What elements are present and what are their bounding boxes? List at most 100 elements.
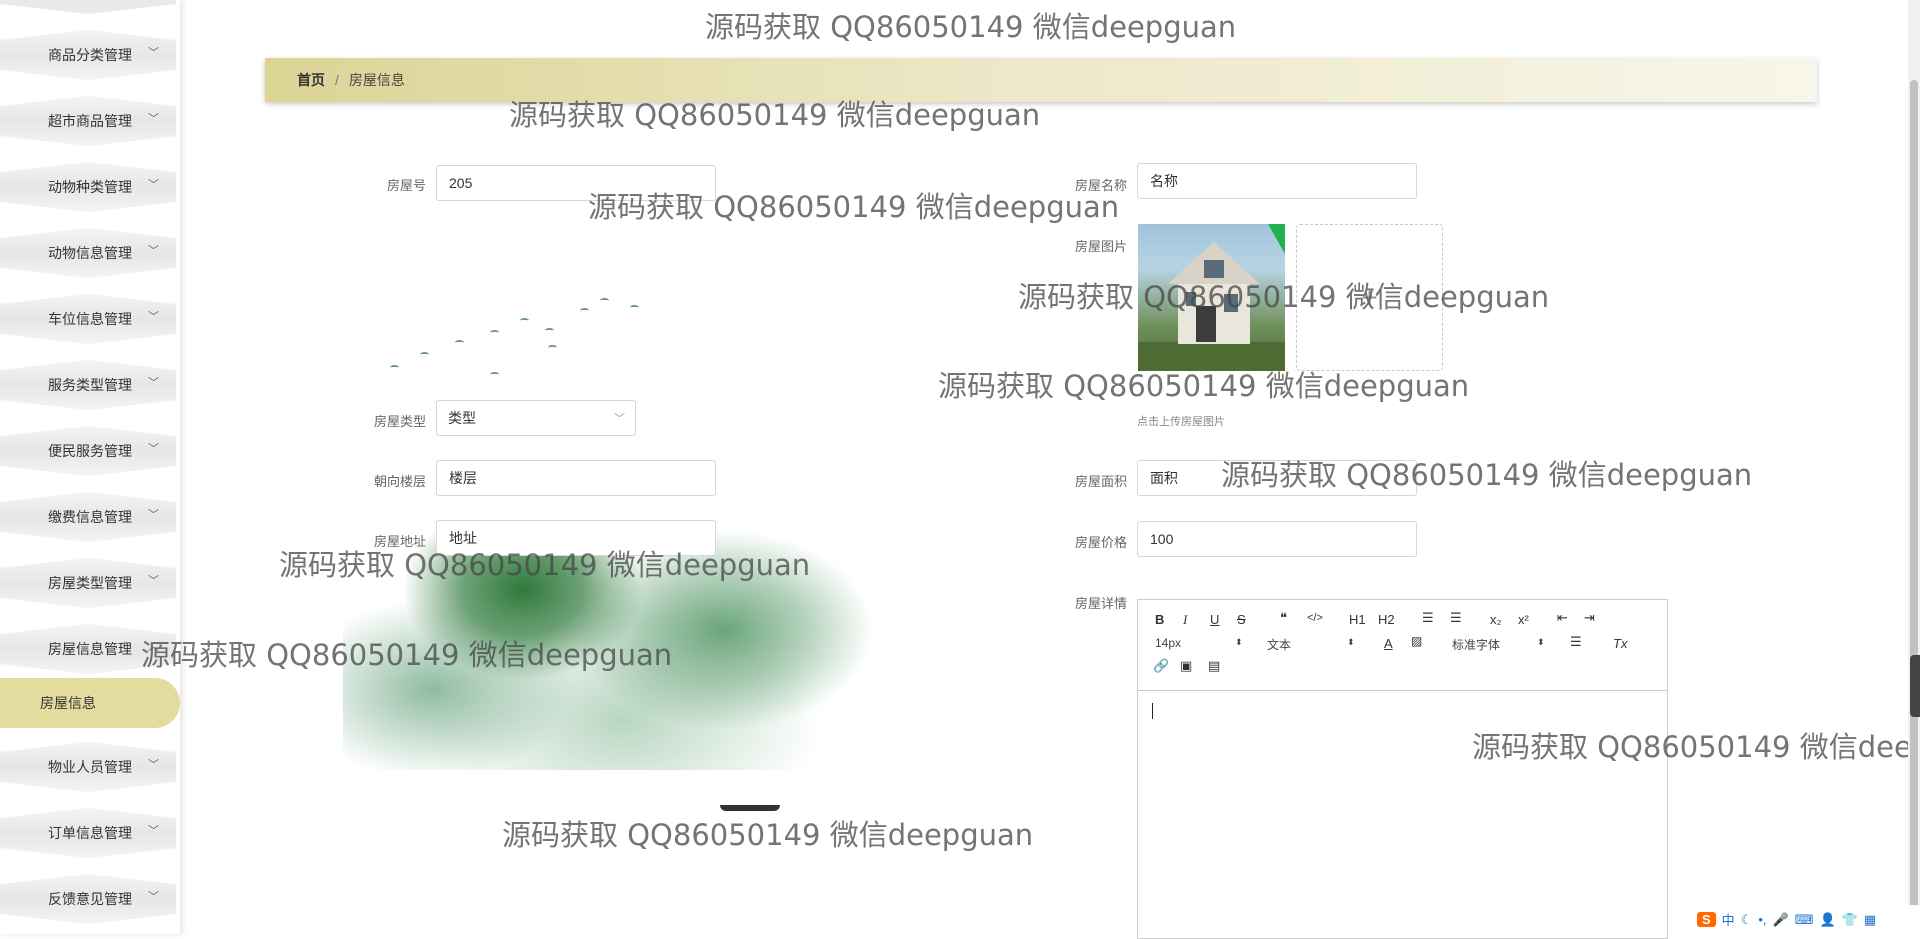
breadcrumb-current: 房屋信息 <box>348 72 405 88</box>
h1-button[interactable]: H1 <box>1349 612 1366 627</box>
sidebar-item-feedback[interactable]: 反馈意见管理 ﹀ <box>0 874 176 924</box>
font-size-value: 14px <box>1155 636 1182 650</box>
bird-decoration <box>630 305 639 310</box>
breadcrumb-home[interactable]: 首页 <box>297 70 325 90</box>
text-caret <box>1152 703 1153 719</box>
underline-button[interactable]: U <box>1210 612 1219 627</box>
chevron-down-icon: ﹀ <box>148 113 159 125</box>
font-family-select[interactable]: 标准字体 ⬍ <box>1452 636 1545 653</box>
sidebar-item-product-category[interactable]: 商品分类管理 ﹀ <box>0 30 176 80</box>
outdent-icon[interactable]: ⇤ <box>1557 610 1568 626</box>
side-tab-handle[interactable] <box>1910 655 1920 717</box>
sidebar-item-house-info[interactable]: 房屋信息管理 ︿ <box>0 624 176 674</box>
shirt-icon[interactable]: 👕 <box>1842 912 1858 928</box>
sidebar-subitem-house-info[interactable]: 房屋信息 <box>0 678 180 728</box>
bird-decoration <box>420 352 429 357</box>
sidebar-item-supermarket-goods[interactable]: 超市商品管理 ﹀ <box>0 96 176 146</box>
user-icon[interactable]: 👤 <box>1819 912 1835 928</box>
header-type-value: 文本 <box>1267 638 1292 652</box>
microphone-icon[interactable]: 🎤 <box>1773 912 1789 928</box>
ordered-list-icon[interactable]: ☰ <box>1422 610 1434 626</box>
h2-button[interactable]: H2 <box>1378 612 1395 627</box>
chevron-down-icon: ﹀ <box>148 509 159 521</box>
sidebar-item-label: 缴费信息管理 <box>48 509 132 525</box>
bird-decoration <box>390 365 399 370</box>
image-upload-button[interactable]: + <box>1296 224 1443 371</box>
image-icon[interactable]: ▣ <box>1180 658 1192 674</box>
sidebar-item-label: 订单信息管理 <box>48 825 132 841</box>
sidebar-item-label: 动物种类管理 <box>48 179 132 195</box>
sidebar-item-service-type[interactable]: 服务类型管理 ﹀ <box>0 360 176 410</box>
sidebar-item-house-type[interactable]: 房屋类型管理 ﹀ <box>0 558 176 608</box>
rich-text-editor: B I U S ❝ </> H1 H2 ☰ ☰ x₂ x² ⇤ ⇥ 14px ⬍… <box>1137 599 1668 939</box>
sidebar-item-orders[interactable]: 订单信息管理 ﹀ <box>0 808 176 858</box>
punctuation-icon[interactable]: •, <box>1758 912 1766 927</box>
house-image-label: 房屋图片 <box>1074 239 1127 254</box>
sidebar-top-item <box>0 0 176 14</box>
subscript-button[interactable]: x₂ <box>1490 612 1502 627</box>
link-icon[interactable]: 🔗 <box>1153 658 1169 674</box>
chevron-up-icon: ︿ <box>148 641 159 653</box>
blockquote-button[interactable]: ❝ <box>1280 610 1287 626</box>
upload-tip: 点击上传房屋图片 <box>1137 416 1225 428</box>
clear-format-button[interactable]: Tx <box>1613 636 1627 651</box>
sidebar-subitem-label: 房屋信息 <box>40 695 96 711</box>
chevron-down-icon: ﹀ <box>148 47 159 59</box>
grid-icon[interactable]: ▦ <box>1864 912 1876 928</box>
house-address-input[interactable] <box>436 520 716 556</box>
house-image-thumbnail[interactable] <box>1138 224 1285 371</box>
moon-icon[interactable]: ☾ <box>1741 912 1753 928</box>
code-button[interactable]: </> <box>1307 612 1323 624</box>
sidebar-item-label: 房屋类型管理 <box>48 575 132 591</box>
sidebar-item-convenience-service[interactable]: 便民服务管理 ﹀ <box>0 426 176 476</box>
sidebar-item-animal-type[interactable]: 动物种类管理 ﹀ <box>0 162 176 212</box>
house-type-select[interactable]: 类型 ﹀ <box>436 400 636 436</box>
background-color-icon[interactable]: ▨ <box>1411 634 1422 648</box>
scrollbar-thumb[interactable] <box>1910 80 1918 930</box>
scrollbar-track[interactable] <box>1908 0 1920 934</box>
strike-button[interactable]: S <box>1237 612 1246 627</box>
bird-decoration <box>520 318 529 323</box>
updown-arrow-icon: ⬍ <box>1537 637 1545 647</box>
orientation-floor-input[interactable] <box>436 460 716 496</box>
boat-decoration <box>720 805 780 811</box>
sidebar-item-label: 反馈意见管理 <box>48 891 132 907</box>
house-price-label: 房屋价格 <box>1074 535 1127 550</box>
ime-logo-icon: S <box>1697 912 1716 927</box>
font-color-button[interactable]: A <box>1384 636 1393 651</box>
sidebar-item-label: 房屋信息管理 <box>48 641 132 657</box>
sidebar-item-animal-info[interactable]: 动物信息管理 ﹀ <box>0 228 176 278</box>
align-icon[interactable]: ☰ <box>1570 634 1582 650</box>
house-name-input[interactable] <box>1137 163 1417 199</box>
italic-button[interactable]: I <box>1183 612 1187 628</box>
video-icon[interactable]: ▤ <box>1208 658 1220 674</box>
house-price-input[interactable] <box>1137 521 1417 557</box>
editor-content-area[interactable] <box>1138 691 1667 938</box>
sidebar-item-property-staff[interactable]: 物业人员管理 ﹀ <box>0 742 176 792</box>
sidebar-item-label: 物业人员管理 <box>48 759 132 775</box>
header-type-select[interactable]: 文本 ⬍ <box>1267 636 1355 653</box>
house-no-input[interactable] <box>436 165 716 201</box>
bold-button[interactable]: B <box>1155 612 1164 627</box>
house-area-input[interactable] <box>1137 460 1417 496</box>
bullet-list-icon[interactable]: ☰ <box>1450 610 1462 626</box>
editor-toolbar: B I U S ❝ </> H1 H2 ☰ ☰ x₂ x² ⇤ ⇥ 14px ⬍… <box>1138 600 1667 691</box>
ime-toolbar[interactable]: S 中 ☾ •, 🎤 ⌨ 👤 👕 ▦ <box>1693 905 1920 934</box>
indent-icon[interactable]: ⇥ <box>1584 610 1595 626</box>
superscript-button[interactable]: x² <box>1518 612 1529 627</box>
bird-decoration <box>600 298 609 303</box>
house-area-label: 房屋面积 <box>1074 474 1127 489</box>
font-size-select[interactable]: 14px ⬍ <box>1155 636 1243 650</box>
ime-mode[interactable]: 中 <box>1722 910 1735 929</box>
sidebar-item-parking[interactable]: 车位信息管理 ﹀ <box>0 294 176 344</box>
bird-decoration <box>490 330 499 335</box>
chevron-down-icon: ﹀ <box>148 311 159 323</box>
updown-arrow-icon: ⬍ <box>1347 637 1355 647</box>
chevron-down-icon: ﹀ <box>148 825 159 837</box>
house-name-label: 房屋名称 <box>1074 178 1127 193</box>
chevron-down-icon: ﹀ <box>614 413 625 425</box>
sidebar-item-label: 动物信息管理 <box>48 245 132 261</box>
sidebar-item-payment[interactable]: 缴费信息管理 ﹀ <box>0 492 176 542</box>
keyboard-icon[interactable]: ⌨ <box>1795 912 1814 928</box>
bird-decoration <box>490 372 499 377</box>
